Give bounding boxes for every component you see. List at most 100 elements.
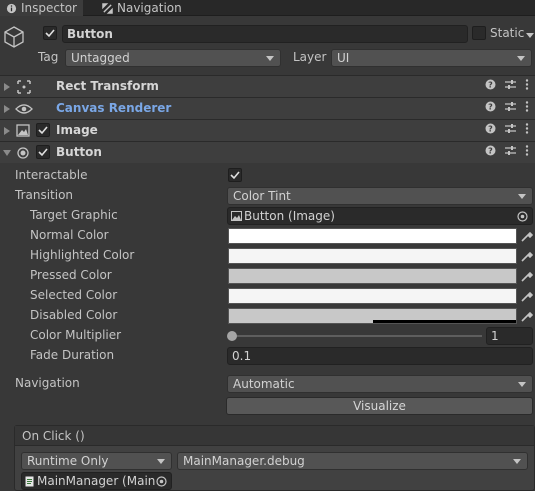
check-icon xyxy=(45,29,55,38)
eyedropper-icon[interactable] xyxy=(521,290,533,302)
image-icon xyxy=(231,211,242,221)
normal-color-field[interactable] xyxy=(228,228,517,244)
pressed-color-label: Pressed Color xyxy=(30,268,112,282)
tag-value: Untagged xyxy=(71,51,130,65)
static-checkbox[interactable] xyxy=(472,26,486,40)
svg-text:?: ? xyxy=(488,81,493,90)
preset-icon[interactable] xyxy=(505,101,516,112)
event-object-field[interactable]: MainManager (Main xyxy=(21,472,172,490)
disabled-color-field[interactable] xyxy=(228,308,517,324)
pressed-color-field[interactable] xyxy=(228,268,517,284)
rect-transform-icon xyxy=(17,80,31,94)
component-rect-transform[interactable]: Rect Transform ? xyxy=(0,75,535,97)
tab-inspector[interactable]: Inspector xyxy=(0,0,83,16)
navigation-dropdown[interactable]: Automatic xyxy=(227,375,533,393)
chevron-down-icon xyxy=(518,382,526,387)
foldout-arrow-icon[interactable] xyxy=(4,83,10,91)
normal-color-label: Normal Color xyxy=(30,228,109,242)
target-graphic-label: Target Graphic xyxy=(30,208,118,222)
color-multiplier-slider-track[interactable] xyxy=(232,335,482,337)
alpha-bar xyxy=(373,320,516,323)
eyedropper-icon[interactable] xyxy=(521,270,533,282)
component-image[interactable]: Image ? xyxy=(0,119,535,141)
help-icon[interactable]: ? xyxy=(485,123,496,134)
chevron-down-icon xyxy=(517,56,525,61)
check-icon xyxy=(230,171,240,180)
transition-label: Transition xyxy=(15,188,74,202)
target-graphic-field[interactable]: Button (Image) xyxy=(227,207,533,225)
tab-inspector-label: Inspector xyxy=(21,1,77,15)
highlighted-color-field[interactable] xyxy=(228,248,517,264)
active-checkbox[interactable] xyxy=(43,26,57,40)
tag-dropdown[interactable]: Untagged xyxy=(65,49,281,67)
fade-duration-input[interactable]: 0.1 xyxy=(227,347,533,365)
fade-duration-label: Fade Duration xyxy=(30,348,115,362)
object-name-input[interactable]: Button xyxy=(62,25,468,43)
svg-text:?: ? xyxy=(488,147,493,156)
kebab-menu-icon[interactable] xyxy=(525,101,529,112)
tab-navigation[interactable]: Navigation xyxy=(96,0,188,16)
component-actions: ? xyxy=(485,101,529,112)
component-title: Button xyxy=(56,145,102,159)
eyedropper-icon[interactable] xyxy=(521,230,533,242)
svg-text:?: ? xyxy=(488,103,493,112)
color-multiplier-slider-thumb[interactable] xyxy=(227,331,237,341)
interactable-label: Interactable xyxy=(15,168,88,182)
navigation-icon xyxy=(102,2,113,14)
foldout-arrow-icon[interactable] xyxy=(4,127,10,135)
button-enabled-checkbox[interactable] xyxy=(36,145,50,159)
function-value: MainManager.debug xyxy=(183,454,305,468)
image-enabled-checkbox[interactable] xyxy=(36,123,50,137)
selected-color-label: Selected Color xyxy=(30,288,118,302)
object-picker-icon[interactable] xyxy=(517,211,528,222)
tag-label: Tag xyxy=(38,50,59,64)
highlighted-color-label: Highlighted Color xyxy=(30,248,135,262)
interactable-checkbox[interactable] xyxy=(228,168,242,182)
eye-icon xyxy=(15,104,33,114)
transition-value: Color Tint xyxy=(233,189,291,203)
transition-dropdown[interactable]: Color Tint xyxy=(227,187,533,205)
component-title: Rect Transform xyxy=(56,79,159,93)
static-dropdown-caret[interactable] xyxy=(526,33,534,38)
image-icon xyxy=(16,124,30,137)
visualize-button[interactable]: Visualize xyxy=(226,397,533,415)
check-icon xyxy=(38,148,48,157)
navigation-value: Automatic xyxy=(233,377,295,391)
preset-icon[interactable] xyxy=(505,79,516,90)
event-object-value: MainManager (Main xyxy=(37,474,156,488)
component-button[interactable]: Button ? xyxy=(0,141,535,163)
function-dropdown[interactable]: MainManager.debug xyxy=(177,452,528,470)
component-actions: ? xyxy=(485,145,529,156)
selected-color-field[interactable] xyxy=(228,288,517,304)
eyedropper-icon[interactable] xyxy=(521,310,533,322)
kebab-menu-icon[interactable] xyxy=(525,79,529,90)
disabled-color-label: Disabled Color xyxy=(30,308,118,322)
foldout-arrow-icon[interactable] xyxy=(4,105,10,113)
check-icon xyxy=(38,126,48,135)
runtime-dropdown[interactable]: Runtime Only xyxy=(21,452,172,470)
navigation-label: Navigation xyxy=(15,376,80,390)
tab-bar: Inspector Navigation xyxy=(0,0,535,16)
preset-icon[interactable] xyxy=(505,123,516,134)
help-icon[interactable]: ? xyxy=(485,145,496,156)
help-icon[interactable]: ? xyxy=(485,79,496,90)
layer-value: UI xyxy=(337,51,350,65)
layer-dropdown[interactable]: UI xyxy=(331,49,532,67)
component-canvas-renderer[interactable]: Canvas Renderer ? xyxy=(0,97,535,119)
target-graphic-value: Button (Image) xyxy=(244,209,335,223)
foldout-arrow-icon[interactable] xyxy=(3,150,11,156)
preset-icon[interactable] xyxy=(505,145,516,156)
kebab-menu-icon[interactable] xyxy=(525,145,529,156)
chevron-down-icon xyxy=(518,194,526,199)
chevron-down-icon xyxy=(513,459,521,464)
object-name-value: Button xyxy=(67,27,113,41)
static-label: Static xyxy=(490,26,525,40)
color-multiplier-value: 1 xyxy=(491,329,499,343)
object-picker-icon[interactable] xyxy=(156,476,167,487)
info-icon xyxy=(6,3,17,13)
help-icon[interactable]: ? xyxy=(485,101,496,112)
color-multiplier-input[interactable]: 1 xyxy=(486,327,533,345)
eyedropper-icon[interactable] xyxy=(521,250,533,262)
tab-navigation-label: Navigation xyxy=(117,1,182,15)
kebab-menu-icon[interactable] xyxy=(525,123,529,134)
